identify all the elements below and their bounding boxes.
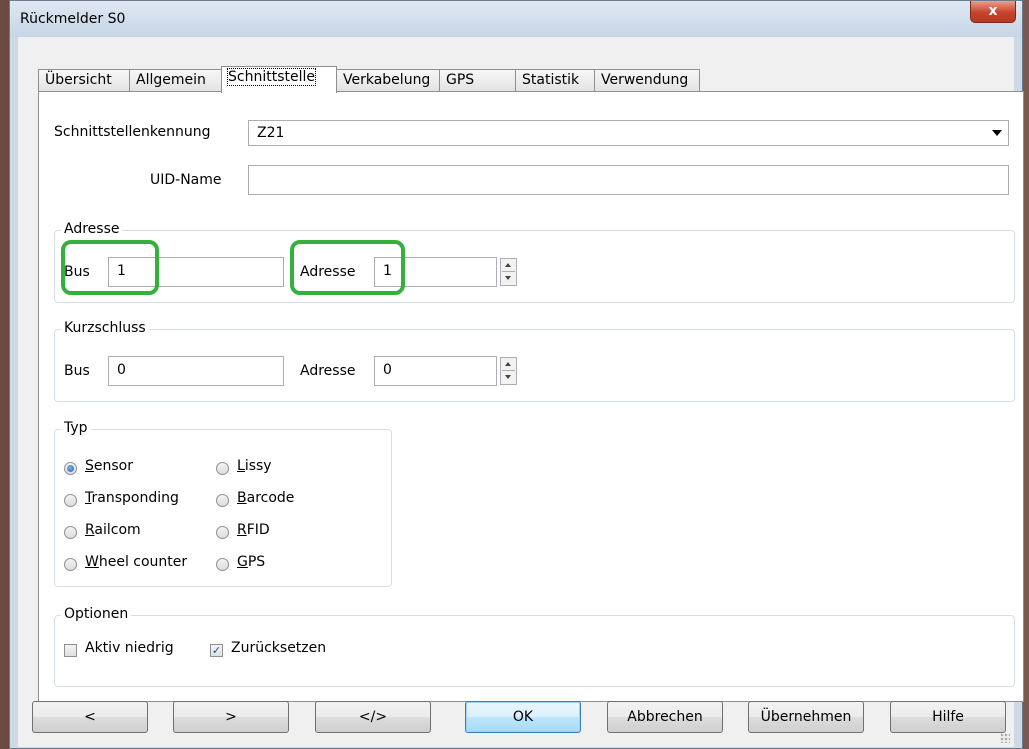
chevron-down-icon[interactable] [992, 130, 1002, 136]
spinner-down-icon[interactable] [502, 371, 515, 383]
spinner-up-icon[interactable] [502, 358, 515, 371]
spinner-down-icon[interactable] [502, 272, 515, 284]
cancel-button[interactable]: Abbrechen [607, 701, 723, 733]
aktiv-niedrig-label: Aktiv niedrig [85, 640, 174, 656]
typ-group-title: Typ [61, 420, 91, 436]
interface-id-combobox[interactable]: Z21 [248, 120, 1009, 146]
tab-allgemein[interactable]: Allgemein [129, 69, 222, 91]
resize-grip-icon[interactable] [1000, 733, 1010, 743]
checkbox-unchecked-icon[interactable] [64, 644, 77, 657]
dialog-window: Rückmelder S0 x Übersicht Allgemein Schn… [9, 0, 1024, 749]
tab-schnittstelle[interactable]: Schnittstelle [221, 66, 337, 93]
spinner-up-icon[interactable] [502, 259, 515, 272]
optionen-group: Optionen Aktiv niedrig ✓ Zurücksetzen [54, 606, 1015, 687]
code-button[interactable]: </> [315, 701, 431, 733]
window-title: Rückmelder S0 [20, 11, 126, 27]
radio-icon[interactable] [64, 494, 77, 507]
close-button[interactable]: x [970, 1, 1016, 23]
previous-button[interactable]: < [32, 701, 148, 733]
tab-statistik[interactable]: Statistik [515, 69, 595, 91]
tab-panel-schnittstelle: Schnittstellenkennung Z21 UID-Name Adres… [38, 91, 1024, 702]
adresse-group: Adresse Bus 1 Adresse 1 [54, 221, 1015, 303]
uid-name-input[interactable] [248, 165, 1009, 195]
kurzschluss-bus-input[interactable]: 0 [108, 356, 284, 386]
interface-id-label: Schnittstellenkennung [54, 124, 211, 140]
kurzschluss-group-title: Kurzschluss [61, 320, 149, 336]
tab-uebersicht[interactable]: Übersicht [38, 69, 130, 91]
help-button[interactable]: Hilfe [890, 701, 1006, 733]
radio-icon[interactable] [216, 526, 229, 539]
title-bar[interactable]: Rückmelder S0 x [10, 1, 1022, 37]
radio-icon[interactable] [216, 494, 229, 507]
zuruecksetzen-label: Zurücksetzen [231, 640, 327, 656]
radio-icon[interactable] [216, 558, 229, 571]
highlight-adresse-annotation [290, 240, 405, 295]
radio-icon[interactable] [64, 526, 77, 539]
optionen-group-title: Optionen [61, 606, 132, 622]
close-icon: x [988, 3, 998, 19]
kurzschluss-group: Kurzschluss Bus 0 Adresse 0 [54, 320, 1015, 402]
kurzschluss-adresse-label: Adresse [300, 363, 356, 379]
typ-group: Typ Sensor Transponding Railcom Wheel co… [54, 420, 392, 587]
radio-icon[interactable] [64, 558, 77, 571]
next-button[interactable]: > [173, 701, 289, 733]
radio-icon[interactable] [216, 462, 229, 475]
radio-selected-icon[interactable] [64, 462, 77, 475]
kurzschluss-adresse-input[interactable]: 0 [374, 356, 497, 386]
apply-button[interactable]: Übernehmen [748, 701, 864, 733]
ok-button[interactable]: OK [465, 701, 581, 733]
interface-id-value: Z21 [257, 125, 285, 141]
dialog-client-area: Übersicht Allgemein Schnittstelle Verkab… [18, 37, 1024, 747]
kurzschluss-bus-label: Bus [64, 363, 90, 379]
tab-verwendung[interactable]: Verwendung [594, 69, 700, 91]
adresse-group-title: Adresse [61, 221, 123, 237]
uid-name-label: UID-Name [150, 172, 222, 188]
highlight-bus-annotation [61, 240, 159, 295]
tab-gps[interactable]: GPS [439, 69, 516, 91]
adresse-adresse-spinner[interactable] [500, 258, 517, 286]
kurzschluss-adresse-spinner[interactable] [500, 357, 517, 385]
tab-verkabelung[interactable]: Verkabelung [336, 69, 440, 91]
checkbox-checked-icon[interactable]: ✓ [210, 644, 223, 657]
